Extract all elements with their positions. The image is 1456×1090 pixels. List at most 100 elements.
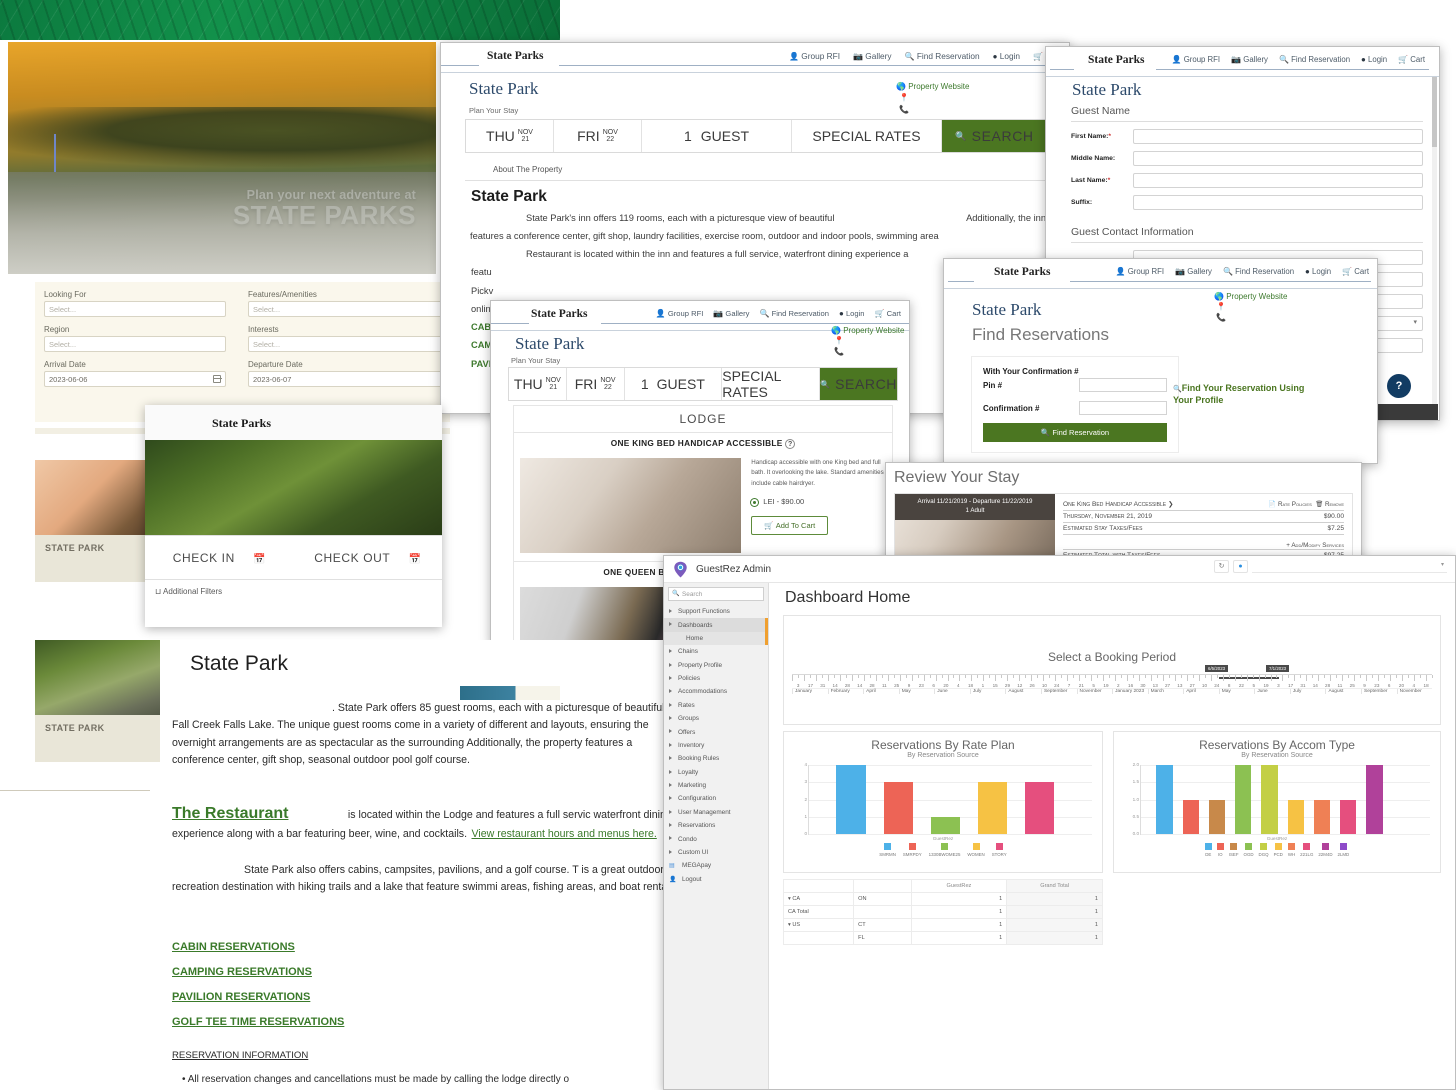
check-out-field[interactable]: CHECK OUT 📅	[294, 549, 443, 567]
booking-period-timeline[interactable]: 6/5/2023 7/1/2023 3 17 31 14 28 14 28 11 25 9 23 6 2…	[792, 665, 1433, 694]
chart-legend-item[interactable]: WOMEN	[967, 843, 985, 857]
nav-link-login[interactable]: ● Login	[1305, 267, 1331, 276]
nav-link-gallery[interactable]: 📷 Gallery	[853, 51, 892, 61]
special-rates-field[interactable]: SPECIAL RATES	[722, 368, 820, 400]
chart-legend-item[interactable]: PCD	[1274, 843, 1283, 857]
sidebar-item-property-profile[interactable]: Property Profile	[664, 659, 768, 672]
sidebar-item-booking-rules[interactable]: Booking Rules	[664, 752, 768, 765]
table-row[interactable]: FL 1 1	[782, 931, 1103, 945]
nav-link-cart[interactable]: 🛒 Cart	[1342, 267, 1369, 276]
table-row[interactable]: ▾ CA ON 1 1	[782, 892, 1103, 906]
nav-link-find-reservation[interactable]: 🔍 Find Reservation	[1279, 55, 1350, 64]
nav-link-find-reservation[interactable]: 🔍 Find Reservation	[905, 51, 980, 61]
search-card-brand[interactable]: State Parks	[212, 416, 271, 431]
features-select[interactable]: Select...	[248, 301, 448, 317]
looking-for-select[interactable]: Select...	[44, 301, 226, 317]
nav-brand[interactable]: State Parks	[1088, 54, 1145, 66]
first-name-input[interactable]	[1133, 129, 1423, 144]
sidebar-item-policies[interactable]: Policies	[664, 672, 768, 685]
pin-input[interactable]	[1079, 378, 1167, 392]
sidebar-item-offers[interactable]: Offers	[664, 725, 768, 738]
nav-link-gallery[interactable]: 📷 Gallery	[713, 309, 749, 318]
sidebar-item-accommodations[interactable]: Accommodations	[664, 685, 768, 698]
scrollbar-track[interactable]	[1432, 77, 1437, 404]
golf-tee-time-reservations-link[interactable]: GOLF TEE TIME RESERVATIONS	[172, 1016, 572, 1028]
checkin-field[interactable]: THU NOV 21	[466, 120, 554, 152]
nav-brand[interactable]: State Parks	[994, 266, 1051, 278]
checkin-field[interactable]: THU NOV 21	[509, 368, 567, 400]
about-tab[interactable]: About The Property	[465, 159, 1048, 181]
nav-link-login[interactable]: ● Login	[839, 309, 865, 318]
admin-toolbar-field[interactable]: ▾	[1252, 560, 1447, 573]
last-name-input[interactable]	[1133, 173, 1423, 188]
additional-filters-toggle[interactable]: ⊔ Additional Filters	[145, 580, 442, 603]
middle-name-input[interactable]	[1133, 151, 1423, 166]
chart-legend-item[interactable]: DE	[1204, 843, 1212, 857]
nav-link-gallery[interactable]: 📷 Gallery	[1231, 55, 1268, 64]
sidebar-item-loyalty[interactable]: Loyalty	[664, 766, 768, 779]
pavilion-reservations-link[interactable]: PAVILION RESERVATIONS	[172, 991, 572, 1003]
checkout-field[interactable]: FRI NOV 22	[567, 368, 625, 400]
nav-link-login[interactable]: ● Login	[993, 51, 1020, 61]
confirmation-input[interactable]	[1079, 401, 1167, 415]
chart-legend-item[interactable]: WH	[1288, 843, 1295, 857]
search-button[interactable]: 🔍 SEARCH	[942, 120, 1047, 152]
rate-policies-link[interactable]: 📄 Rate Policies	[1268, 501, 1311, 508]
property-website-link[interactable]: 🌎 Property Website	[896, 82, 969, 91]
calendar-icon[interactable]: 📅	[409, 554, 421, 565]
nav-brand[interactable]: State Parks	[487, 50, 544, 62]
sidebar-item-reservations[interactable]: Reservations	[664, 819, 768, 832]
nav-link-cart[interactable]: 🛒 Cart	[1398, 55, 1425, 64]
sidebar-item-user-management[interactable]: User Management	[664, 806, 768, 819]
menu-link[interactable]: View restaurant hours and menus here.	[472, 828, 657, 840]
calendar-icon[interactable]	[213, 375, 222, 383]
nav-link-gallery[interactable]: 📷 Gallery	[1175, 267, 1212, 276]
chart-legend-item[interactable]: 2LMD	[1338, 843, 1349, 857]
table-row[interactable]: ▾ US CT 1 1	[782, 918, 1103, 932]
add-modify-services-link[interactable]: + Add/Modify Services	[1063, 542, 1344, 549]
chart-legend-item[interactable]: IO	[1216, 843, 1224, 857]
sidebar-item-groups[interactable]: Groups	[664, 712, 768, 725]
sidebar-item-rates[interactable]: Rates	[664, 699, 768, 712]
find-by-profile-link[interactable]: 🔍Find Your Reservation Using Your Profil…	[1173, 382, 1323, 407]
arrival-date-input[interactable]: 2023-06-06	[44, 371, 226, 387]
record-icon[interactable]: ●	[1233, 559, 1248, 573]
find-reservation-button[interactable]: 🔍 Find Reservation	[983, 423, 1167, 442]
review-room-name[interactable]: One King Bed Handicap Accessible ❯	[1063, 500, 1173, 508]
scrollbar-thumb[interactable]	[1432, 77, 1437, 147]
nav-link-login[interactable]: ● Login	[1361, 55, 1387, 64]
sidebar-item-condo[interactable]: Condo	[664, 832, 768, 845]
check-in-field[interactable]: CHECK IN 📅	[145, 549, 294, 567]
sidebar-item-chains[interactable]: Chains	[664, 645, 768, 658]
nav-link-group-rfi[interactable]: 👤 Group RFI	[1116, 267, 1165, 276]
nav-link-find-reservation[interactable]: 🔍 Find Reservation	[1223, 267, 1294, 276]
checkout-field[interactable]: FRI NOV 22	[554, 120, 642, 152]
nav-link-find-reservation[interactable]: 🔍 Find Reservation	[759, 309, 829, 318]
chart-legend-item[interactable]: ISEF	[1229, 843, 1239, 857]
suffix-input[interactable]	[1133, 195, 1423, 210]
departure-date-input[interactable]: 2023-06-07	[248, 371, 448, 387]
property-website-link[interactable]: 🌎 Property Website	[1214, 292, 1287, 301]
chart-legend-item[interactable]: 22M4D	[1318, 843, 1333, 857]
special-rates-field[interactable]: SPECIAL RATES	[792, 120, 942, 152]
refresh-icon[interactable]: ↻	[1214, 559, 1229, 573]
guests-field[interactable]: 1 GUEST	[625, 368, 723, 400]
table-row[interactable]: CA Total 1 1	[782, 905, 1103, 919]
camping-reservations-link[interactable]: CAMPING RESERVATIONS	[172, 966, 572, 978]
chart-legend-item[interactable]: STORY	[992, 843, 1007, 857]
nav-link-group-rfi[interactable]: 👤 Group RFI	[1172, 55, 1221, 64]
sidebar-item-logout[interactable]: 👤 Logout	[664, 873, 768, 886]
help-icon[interactable]: ?	[785, 438, 796, 449]
sidebar-item-marketing[interactable]: Marketing	[664, 779, 768, 792]
sidebar-item-home[interactable]: Home	[664, 631, 768, 646]
sidebar-item-configuration[interactable]: Configuration	[664, 792, 768, 805]
property-website-link[interactable]: 🌎 Property Website	[831, 326, 904, 335]
chart-legend-item[interactable]: DGQ	[1259, 843, 1269, 857]
chart-legend-item[interactable]: SMRMN	[879, 843, 896, 857]
remove-link[interactable]: 🗑 Remove	[1315, 501, 1344, 508]
search-button[interactable]: 🔍 SEARCH	[820, 368, 898, 400]
chart-legend-item[interactable]: OGD	[1244, 843, 1254, 857]
nav-link-cart[interactable]: 🛒 Cart	[875, 309, 901, 318]
chart-legend-item[interactable]: 1330BWOME25	[929, 843, 960, 857]
add-to-cart-button[interactable]: 🛒 Add To Cart	[751, 516, 829, 536]
